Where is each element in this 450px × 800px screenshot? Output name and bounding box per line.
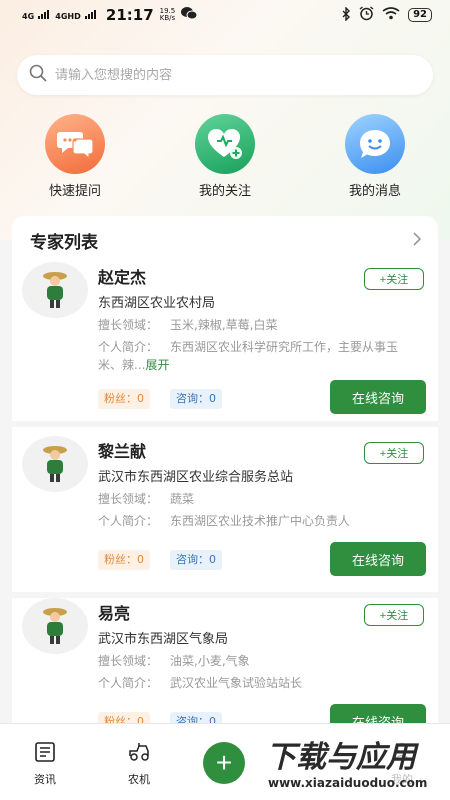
expert-field: 擅长领域： 蔬菜 (98, 492, 195, 506)
fans-count: 粉丝：0 (98, 550, 150, 570)
expert-intro: 个人简介： 东西湖区农业科学研究所工作，主要从事玉米、辣...展开 (98, 340, 399, 372)
signal-bars-icon (38, 9, 50, 19)
my-follow-label: 我的关注 (198, 184, 251, 199)
expert-org: 武汉市东西湖区农业综合服务总站 (98, 470, 294, 485)
tab-farm-machine[interactable]: 农机 (104, 742, 174, 787)
signal-4ghd: 4GHD (55, 8, 96, 23)
expert-item[interactable]: 黎兰献 武汉市东西湖区农业综合服务总站 擅长领域： 蔬菜 个人简介： 东西湖区农业技… (12, 436, 438, 598)
avatar (22, 598, 88, 654)
expert-intro: 个人简介： 武汉农业气象试验站站长 (98, 676, 303, 690)
search-bar[interactable] (17, 55, 433, 95)
wifi-icon (382, 7, 400, 23)
follow-button[interactable]: +关注 (364, 268, 424, 290)
expert-item[interactable]: 赵定杰 东西湖区农业农村局 擅长领域： 玉米,辣椒,草莓,白菜 个人简介： 东西湖区… (12, 262, 438, 427)
online-consult-button[interactable]: 在线咨询 (330, 542, 426, 576)
search-input[interactable] (55, 67, 415, 83)
quick-ask-button[interactable]: 快速提问 (15, 114, 135, 199)
consult-count: 咨询：0 (170, 389, 222, 409)
signal-4g: 4G (22, 8, 50, 23)
quick-ask-label: 快速提问 (48, 184, 101, 199)
my-messages-button[interactable]: 我的消息 (315, 114, 435, 199)
chat-bubbles-icon (45, 114, 105, 174)
follow-button[interactable]: +关注 (364, 604, 424, 626)
tab-farm-machine-label: 农机 (128, 773, 150, 786)
status-left: 4G 4GHD 21:17 19.5 KB/s (22, 6, 198, 24)
news-icon (34, 742, 56, 765)
watermark-url: www.xiazaiduoduo.com (268, 776, 428, 790)
avatar (22, 262, 88, 318)
watermark-title: 下载与应用 (266, 740, 416, 775)
status-right: 92 (342, 5, 432, 24)
smiley-message-icon (345, 114, 405, 174)
expand-link[interactable]: 展开 (145, 358, 169, 372)
expert-intro: 个人简介： 东西湖区农业技术推广中心负责人 (98, 514, 351, 528)
expert-name: 黎兰献 (98, 442, 147, 461)
my-follow-button[interactable]: 我的关注 (165, 114, 285, 199)
tab-news-label: 资讯 (34, 773, 56, 786)
expert-org: 武汉市东西湖区气象局 (98, 632, 229, 647)
expert-list-title: 专家列表 (30, 232, 98, 253)
fans-count: 粉丝：0 (98, 389, 150, 409)
watermark: 下载与应用 www.xiazaiduoduo.com (262, 728, 448, 798)
expert-org: 东西湖区农业农村局 (98, 296, 216, 311)
expert-name: 易亮 (98, 604, 131, 623)
avatar (22, 436, 88, 492)
heart-plus-icon (195, 114, 255, 174)
online-consult-button[interactable]: 在线咨询 (330, 380, 426, 414)
farm-machine-icon (127, 743, 151, 765)
alarm-icon (359, 6, 374, 24)
expert-item[interactable]: 易亮 武汉市东西湖区气象局 擅长领域： 油菜,小麦,气象 个人简介： 武汉农业气象试… (12, 598, 438, 736)
status-bar: 4G 4GHD 21:17 19.5 KB/s 92 (0, 0, 450, 30)
expert-name: 赵定杰 (98, 268, 147, 287)
expert-field: 擅长领域： 油菜,小麦,气象 (98, 654, 250, 668)
search-icon (29, 64, 47, 86)
follow-button[interactable]: +关注 (364, 442, 424, 464)
expert-field: 擅长领域： 玉米,辣椒,草莓,白菜 (98, 318, 278, 332)
consult-count: 咨询：0 (170, 550, 222, 570)
chevron-right-icon[interactable] (412, 231, 422, 250)
battery-indicator: 92 (408, 8, 432, 22)
wechat-icon (181, 6, 198, 24)
bluetooth-icon (342, 5, 351, 24)
expert-list-header[interactable]: 专家列表 (12, 216, 438, 264)
clock: 21:17 (105, 6, 154, 24)
tab-news[interactable]: 资讯 (10, 742, 80, 787)
quick-actions: 快速提问 我的关注 我的消息 (0, 114, 450, 199)
signal-bars-icon (84, 9, 96, 19)
my-messages-label: 我的消息 (348, 184, 401, 199)
network-speed: 19.5 KB/s (159, 7, 176, 22)
expert-list-card: 专家列表 赵定杰 东西湖区农业农村局 擅长领域： 玉米,辣椒,草莓,白菜 个人简介… (12, 216, 438, 736)
plus-icon[interactable]: + (203, 742, 245, 784)
